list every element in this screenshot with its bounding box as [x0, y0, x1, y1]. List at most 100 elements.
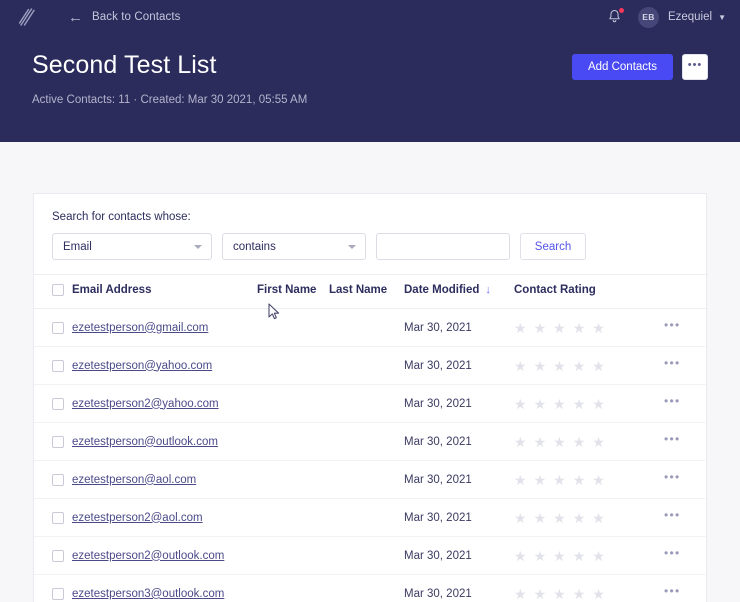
username-label[interactable]: Ezequiel — [668, 11, 712, 23]
contact-rating-cell: ★ ★ ★ ★ ★ — [514, 308, 664, 347]
search-field-select[interactable]: Email — [52, 233, 212, 260]
email-cell: ezetestperson3@outlook.com — [72, 575, 257, 602]
search-operator-value: contains — [233, 240, 276, 253]
star-icon[interactable]: ★ — [514, 587, 527, 601]
star-icon[interactable]: ★ — [573, 359, 586, 373]
row-checkbox[interactable] — [52, 435, 64, 448]
row-select-cell — [34, 308, 72, 347]
last-name-cell — [329, 308, 404, 347]
star-icon[interactable]: ★ — [553, 321, 566, 335]
star-icon[interactable]: ★ — [592, 397, 605, 411]
star-icon[interactable]: ★ — [553, 587, 566, 601]
star-icon[interactable]: ★ — [592, 435, 605, 449]
star-icon[interactable]: ★ — [573, 549, 586, 563]
star-icon[interactable]: ★ — [553, 435, 566, 449]
row-overflow-menu-button[interactable]: ••• — [664, 319, 681, 336]
row-checkbox[interactable] — [52, 549, 64, 562]
search-section-label: Search for contacts whose: — [52, 211, 191, 223]
star-icon[interactable]: ★ — [514, 473, 527, 487]
row-checkbox[interactable] — [52, 473, 64, 486]
star-icon[interactable]: ★ — [553, 397, 566, 411]
row-overflow-menu-button[interactable]: ••• — [664, 585, 681, 602]
star-icon[interactable]: ★ — [553, 473, 566, 487]
row-checkbox[interactable] — [52, 397, 64, 410]
star-icon[interactable]: ★ — [553, 359, 566, 373]
row-checkbox[interactable] — [52, 359, 64, 372]
list-overflow-menu-button[interactable]: ••• — [682, 54, 708, 80]
star-icon[interactable]: ★ — [592, 511, 605, 525]
star-icon[interactable]: ★ — [534, 511, 547, 525]
star-icon[interactable]: ★ — [534, 359, 547, 373]
app-header: ← Back to Contacts EB Ezequiel ▼ Second … — [0, 0, 740, 142]
row-actions-cell: ••• — [664, 460, 708, 499]
last-name-cell — [329, 536, 404, 575]
star-icon[interactable]: ★ — [592, 587, 605, 601]
email-cell: ezetestperson@yahoo.com — [72, 346, 257, 385]
contact-email-link[interactable]: ezetestperson@aol.com — [72, 474, 196, 486]
add-contacts-button[interactable]: Add Contacts — [571, 54, 673, 80]
row-overflow-menu-button[interactable]: ••• — [664, 433, 681, 450]
select-all-checkbox[interactable] — [52, 284, 64, 296]
star-icon[interactable]: ★ — [514, 511, 527, 525]
search-button[interactable]: Search — [520, 233, 586, 260]
header-contact-rating[interactable]: Contact Rating — [514, 274, 664, 309]
row-overflow-menu-button[interactable]: ••• — [664, 471, 681, 488]
star-icon[interactable]: ★ — [573, 587, 586, 601]
star-icon[interactable]: ★ — [573, 473, 586, 487]
row-overflow-menu-button[interactable]: ••• — [664, 357, 681, 374]
search-query-input[interactable] — [376, 233, 510, 260]
comet-logo-icon[interactable] — [14, 4, 40, 30]
star-icon[interactable]: ★ — [514, 435, 527, 449]
star-icon[interactable]: ★ — [534, 397, 547, 411]
header-email-address[interactable]: Email Address — [72, 274, 257, 309]
star-icon[interactable]: ★ — [592, 359, 605, 373]
table-row: ezetestperson@outlook.com Mar 30, 2021 ★ ★ ★… — [34, 422, 708, 461]
header-first-name[interactable]: First Name — [257, 274, 329, 309]
contact-email-link[interactable]: ezetestperson2@outlook.com — [72, 550, 224, 562]
contact-email-link[interactable]: ezetestperson2@aol.com — [72, 512, 203, 524]
star-icon[interactable]: ★ — [573, 397, 586, 411]
row-checkbox[interactable] — [52, 511, 64, 524]
star-icon[interactable]: ★ — [514, 549, 527, 563]
star-icon[interactable]: ★ — [534, 435, 547, 449]
star-icon[interactable]: ★ — [573, 511, 586, 525]
table-row: ezetestperson@aol.com Mar 30, 2021 ★ ★ ★ ★ ★ ••… — [34, 460, 708, 499]
header-last-name[interactable]: Last Name — [329, 274, 404, 309]
search-operator-select[interactable]: contains — [222, 233, 366, 260]
star-icon[interactable]: ★ — [514, 321, 527, 335]
row-checkbox[interactable] — [52, 321, 64, 334]
star-icon[interactable]: ★ — [534, 587, 547, 601]
star-icon[interactable]: ★ — [534, 549, 547, 563]
notifications-button[interactable] — [606, 8, 624, 26]
star-icon[interactable]: ★ — [514, 359, 527, 373]
star-icon[interactable]: ★ — [553, 549, 566, 563]
star-icon[interactable]: ★ — [573, 321, 586, 335]
table-row: ezetestperson@gmail.com Mar 30, 2021 ★ ★ ★ ★ ★… — [34, 308, 708, 347]
avatar[interactable]: EB — [637, 6, 659, 28]
star-icon[interactable]: ★ — [534, 473, 547, 487]
contact-email-link[interactable]: ezetestperson2@yahoo.com — [72, 398, 219, 410]
contact-email-link[interactable]: ezetestperson@yahoo.com — [72, 360, 212, 372]
star-icon[interactable]: ★ — [592, 473, 605, 487]
table-row: ezetestperson2@outlook.com Mar 30, 2021 ★ ★… — [34, 536, 708, 575]
star-icon[interactable]: ★ — [553, 511, 566, 525]
first-name-cell — [257, 460, 329, 499]
row-overflow-menu-button[interactable]: ••• — [664, 547, 681, 564]
chevron-down-icon — [194, 244, 202, 249]
star-icon[interactable]: ★ — [514, 397, 527, 411]
contact-email-link[interactable]: ezetestperson@gmail.com — [72, 322, 208, 334]
contact-email-link[interactable]: ezetestperson3@outlook.com — [72, 588, 224, 600]
row-actions-cell: ••• — [664, 575, 708, 602]
star-icon[interactable]: ★ — [592, 321, 605, 335]
back-to-contacts-link[interactable]: ← Back to Contacts — [68, 10, 181, 25]
chevron-down-icon[interactable]: ▼ — [718, 13, 726, 22]
row-checkbox[interactable] — [52, 587, 64, 600]
header-date-modified[interactable]: Date Modified ↓ — [404, 274, 514, 309]
star-icon[interactable]: ★ — [573, 435, 586, 449]
contact-email-link[interactable]: ezetestperson@outlook.com — [72, 436, 218, 448]
star-icon[interactable]: ★ — [534, 321, 547, 335]
star-rating: ★ ★ ★ ★ ★ — [514, 549, 664, 563]
row-overflow-menu-button[interactable]: ••• — [664, 395, 681, 412]
row-overflow-menu-button[interactable]: ••• — [664, 509, 681, 526]
star-icon[interactable]: ★ — [592, 549, 605, 563]
